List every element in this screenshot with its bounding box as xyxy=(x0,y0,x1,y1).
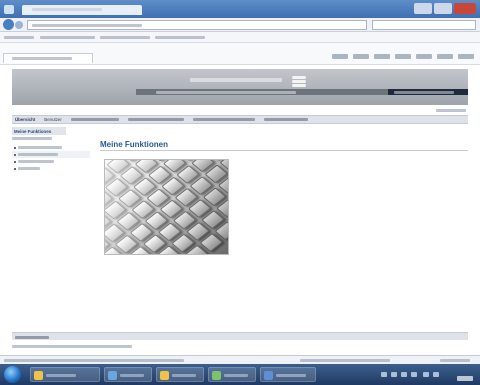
print-button[interactable] xyxy=(374,54,390,59)
taskbar-button[interactable] xyxy=(156,367,204,382)
zoom-level[interactable] xyxy=(440,359,470,362)
favorites-link[interactable] xyxy=(100,36,150,39)
title-divider xyxy=(100,150,468,151)
page-tab-title xyxy=(12,57,72,60)
back-button[interactable] xyxy=(3,19,14,30)
status-text xyxy=(4,359,184,362)
taskbar-button[interactable] xyxy=(104,367,152,382)
bullet-icon xyxy=(14,153,16,156)
footer-label xyxy=(15,335,49,339)
command-bar xyxy=(0,43,480,65)
maximize-button[interactable] xyxy=(434,3,452,14)
footer-bar xyxy=(12,332,468,340)
sidebar-subheading xyxy=(12,136,52,140)
utility-links-text xyxy=(436,109,466,113)
feeds-button[interactable] xyxy=(353,54,369,59)
sidebar-nav xyxy=(12,144,90,172)
navigation-bar xyxy=(0,18,480,32)
site-banner xyxy=(12,69,468,105)
tray-icon[interactable] xyxy=(433,372,439,377)
app-icon xyxy=(212,371,221,380)
taskbar xyxy=(0,364,480,385)
network-icon[interactable] xyxy=(401,372,407,377)
sidebar-item[interactable] xyxy=(12,151,90,158)
address-text xyxy=(32,24,142,27)
taskbar-button[interactable] xyxy=(30,367,100,382)
browser-tab-title xyxy=(32,8,102,11)
menu-item[interactable] xyxy=(263,118,308,121)
web-page: Übersicht Benutzer Meine Funktionen Mein… xyxy=(0,65,480,355)
taskbar-button[interactable] xyxy=(208,367,256,382)
browser-status-bar xyxy=(0,355,480,364)
tray-icon[interactable] xyxy=(381,372,387,377)
sidebar-heading: Meine Funktionen xyxy=(12,127,66,135)
volume-icon[interactable] xyxy=(411,372,417,377)
main-content: Meine Funktionen xyxy=(100,140,468,330)
window-controls xyxy=(414,3,476,14)
browser-tab[interactable] xyxy=(22,5,142,15)
system-tray xyxy=(379,367,477,382)
menu-item-uebersicht[interactable]: Übersicht xyxy=(15,117,35,122)
address-bar[interactable] xyxy=(27,20,367,30)
page-title: Meine Funktionen xyxy=(100,140,168,149)
start-button[interactable] xyxy=(4,366,21,383)
ie-logo-icon xyxy=(4,5,14,14)
banner-site-name xyxy=(190,78,282,82)
footer-note xyxy=(12,344,132,350)
keyboard-image xyxy=(104,159,229,255)
close-button[interactable] xyxy=(454,3,476,14)
sidebar-item[interactable] xyxy=(12,144,90,151)
bullet-icon xyxy=(14,160,16,163)
tray-icon[interactable] xyxy=(391,372,397,377)
browser-icon xyxy=(108,371,117,380)
app-icon xyxy=(160,371,169,380)
favorites-link[interactable] xyxy=(40,36,95,39)
tray-icon[interactable] xyxy=(423,372,429,377)
folder-icon xyxy=(34,371,43,380)
minimize-button[interactable] xyxy=(414,3,432,14)
sidebar-item[interactable] xyxy=(12,158,90,165)
menu-item-benutzer[interactable]: Benutzer xyxy=(44,117,62,122)
university-logo-icon xyxy=(292,75,306,87)
menu-item[interactable] xyxy=(70,118,119,121)
search-box[interactable] xyxy=(372,20,476,30)
safety-menu-button[interactable] xyxy=(416,54,432,59)
banner-subtitle-strip xyxy=(136,89,388,95)
zone-indicator xyxy=(300,359,390,362)
banner-right-text xyxy=(394,91,454,94)
forward-button[interactable] xyxy=(15,21,23,29)
menu-item[interactable] xyxy=(192,118,255,121)
taskbar-button[interactable] xyxy=(260,367,316,382)
favorites-button[interactable] xyxy=(4,36,34,39)
bullet-icon xyxy=(14,146,16,149)
app-icon xyxy=(264,371,273,380)
window-titlebar xyxy=(0,0,480,18)
sidebar-item[interactable] xyxy=(12,165,90,172)
favorites-bar xyxy=(0,32,480,43)
main-menu: Übersicht Benutzer xyxy=(12,115,468,124)
favorites-link[interactable] xyxy=(155,36,205,39)
banner-subtitle xyxy=(156,91,296,94)
utility-links[interactable] xyxy=(436,108,466,114)
tools-menu-button[interactable] xyxy=(437,54,453,59)
help-menu-button[interactable] xyxy=(458,54,474,59)
clock[interactable] xyxy=(457,370,475,381)
bullet-icon xyxy=(14,167,16,170)
toolbar-buttons xyxy=(332,54,474,59)
menu-item[interactable] xyxy=(127,118,184,121)
banner-right-strip xyxy=(388,89,468,95)
home-button[interactable] xyxy=(332,54,348,59)
page-menu-button[interactable] xyxy=(395,54,411,59)
page-tab[interactable] xyxy=(3,53,93,63)
